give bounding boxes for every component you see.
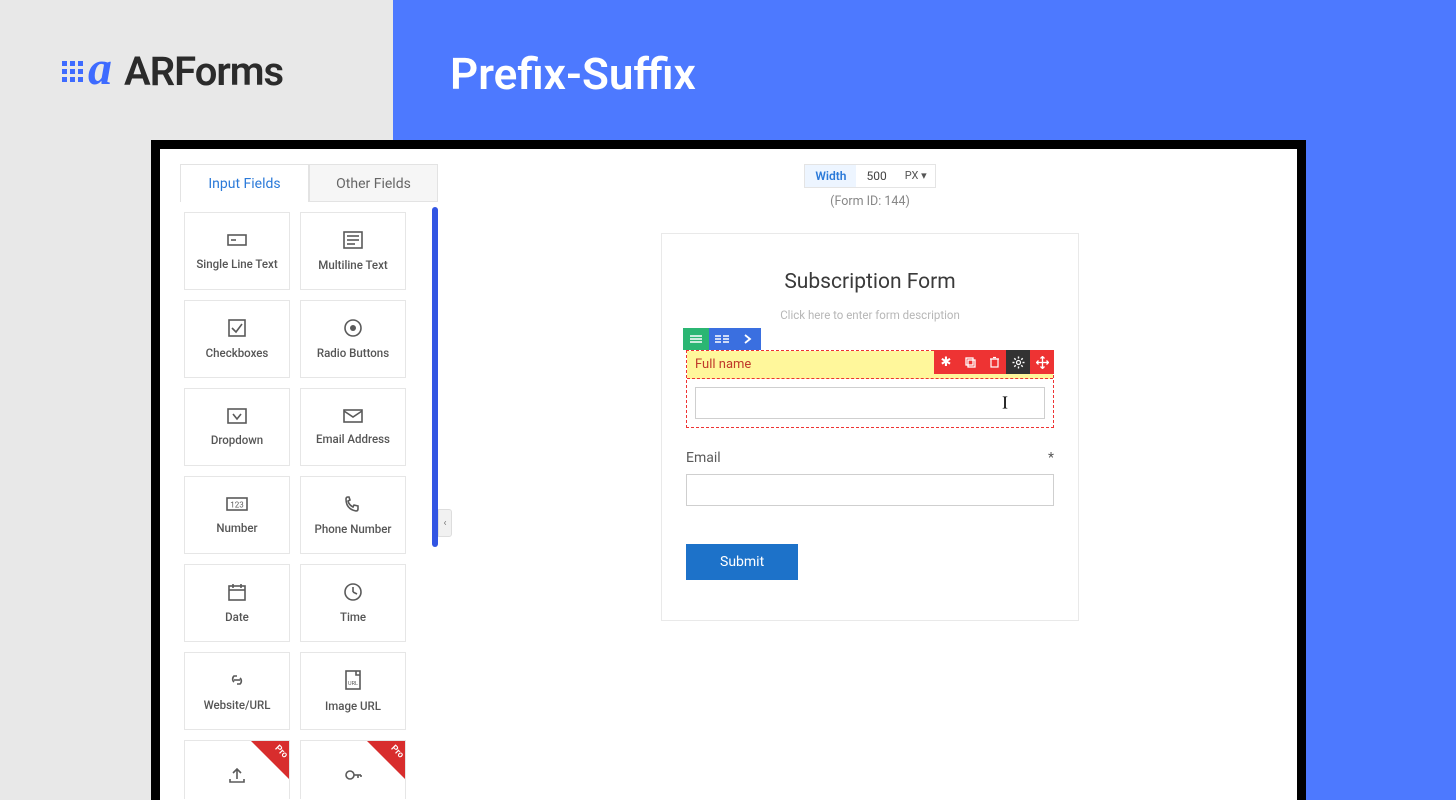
brand-name: ARForms [124, 48, 283, 95]
field-card-label: Single Line Text [196, 257, 277, 271]
field-card-label: Website/URL [204, 698, 271, 712]
delete-icon[interactable] [982, 350, 1006, 374]
tab-input-fields[interactable]: Input Fields [180, 164, 309, 202]
field-card-checkbox[interactable]: Checkboxes [184, 300, 290, 378]
phone-icon [343, 494, 363, 514]
field-card-date[interactable]: Date [184, 564, 290, 642]
logo-mark: a [62, 51, 112, 93]
app-frame: Input Fields Other Fields Single Line Te… [151, 140, 1306, 800]
field-card-multiline[interactable]: Multiline Text [300, 212, 406, 290]
form-title[interactable]: Subscription Form [686, 270, 1054, 294]
url-icon [226, 670, 248, 690]
field-card-label: Radio Buttons [317, 346, 389, 360]
field-card-label: Image URL [325, 699, 381, 713]
width-label: Width [805, 165, 856, 187]
field-card-image-url[interactable]: URL Image URL [300, 652, 406, 730]
email-field-block[interactable]: Email * [686, 450, 1054, 506]
email-icon [342, 408, 364, 424]
field-card-email[interactable]: Email Address [300, 388, 406, 466]
field-card-time[interactable]: Time [300, 564, 406, 642]
upload-icon [227, 765, 247, 785]
text-cursor-icon: I [1002, 393, 1008, 414]
form-card: Subscription Form Click here to enter fo… [661, 233, 1079, 621]
radio-icon [343, 318, 363, 338]
field-card-label: Number [216, 521, 257, 535]
required-icon[interactable]: ✱ [934, 350, 958, 374]
field-card-url[interactable]: Website/URL [184, 652, 290, 730]
tab-other-fields[interactable]: Other Fields [309, 164, 438, 202]
field-card-password[interactable]: Pro [300, 740, 406, 799]
fields-sidebar: Input Fields Other Fields Single Line Te… [180, 164, 438, 799]
field-card-single-line[interactable]: Single Line Text [184, 212, 290, 290]
settings-icon[interactable] [1006, 350, 1030, 374]
field-card-label: Phone Number [315, 522, 392, 536]
field-card-label: Checkboxes [206, 346, 269, 360]
fullname-input[interactable] [695, 387, 1045, 419]
submit-button[interactable]: Submit [686, 544, 798, 580]
form-description-placeholder[interactable]: Click here to enter form description [686, 308, 1054, 322]
layout-single-column-icon[interactable] [683, 328, 709, 350]
field-card-dropdown[interactable]: Dropdown [184, 388, 290, 466]
sidebar-collapse-handle[interactable]: ‹ [438, 509, 452, 537]
brand-logo: a ARForms [62, 48, 283, 95]
sidebar-scrollbar[interactable] [432, 207, 438, 547]
width-value[interactable]: 500 [856, 165, 896, 187]
svg-text:123: 123 [230, 501, 244, 510]
width-bar: Width 500 PX ▾ [458, 164, 1282, 188]
form-canvas: Width 500 PX ▾ (Form ID: 144) Subscripti… [458, 164, 1282, 799]
email-label: Email [686, 450, 721, 466]
field-card-phone[interactable]: Phone Number [300, 476, 406, 554]
width-unit-dropdown[interactable]: PX ▾ [897, 165, 935, 187]
layout-two-column-icon[interactable] [709, 328, 735, 350]
field-card-label: Multiline Text [318, 258, 387, 272]
single-line-icon [226, 231, 248, 249]
multiline-icon [342, 230, 364, 250]
field-card-label: Time [340, 610, 366, 624]
time-icon [343, 582, 363, 602]
form-id-label: (Form ID: 144) [458, 194, 1282, 209]
field-card-upload[interactable]: Pro [184, 740, 290, 799]
move-icon[interactable] [1030, 350, 1054, 374]
duplicate-icon[interactable] [958, 350, 982, 374]
field-card-label: Date [225, 610, 249, 624]
date-icon [227, 582, 247, 602]
email-input[interactable] [686, 474, 1054, 506]
number-icon: 123 [225, 495, 249, 513]
chevron-left-icon: ‹ [443, 518, 446, 529]
field-card-label: Email Address [316, 432, 390, 446]
required-mark: * [1048, 450, 1054, 466]
dropdown-icon [226, 407, 248, 425]
page-title: Prefix-Suffix [450, 48, 696, 100]
logo-a-glyph: a [88, 45, 112, 93]
password-icon [343, 765, 363, 785]
field-card-label: Dropdown [211, 433, 263, 447]
field-card-number[interactable]: 123 Number [184, 476, 290, 554]
field-card-radio[interactable]: Radio Buttons [300, 300, 406, 378]
svg-text:URL: URL [348, 681, 358, 687]
layout-more-icon[interactable] [735, 328, 761, 350]
image-url-icon: URL [343, 669, 363, 691]
checkbox-icon [227, 318, 247, 338]
right-blue-column [1306, 145, 1456, 800]
selected-field-block[interactable]: ✱ [686, 350, 1054, 428]
